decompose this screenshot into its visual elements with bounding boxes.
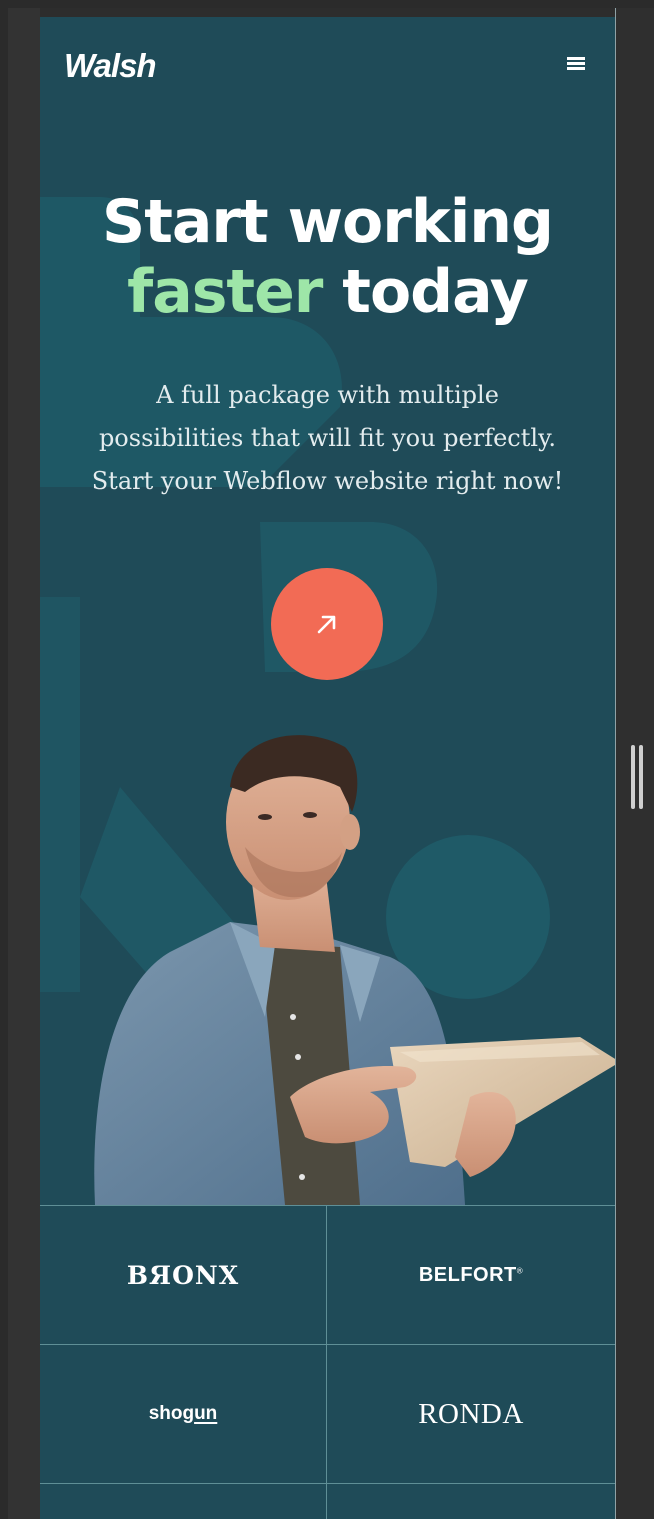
resize-handle[interactable] [630,745,644,809]
hamburger-icon[interactable] [563,55,589,79]
client-logos: BЯONX BELFORT® shogun RONDA [40,1205,615,1519]
hero-subtitle-line2: possibilities that will fit you perfectl… [98,424,557,452]
hero-title-accent: faster [127,257,323,327]
hero-person-image [94,735,615,1205]
logo-cell-belfort: BELFORT® [327,1206,615,1345]
brand-logo[interactable]: Walsh [64,47,157,85]
left-gutter [8,8,40,1519]
logo-cell-shogun: shogun [40,1345,327,1484]
logo-cell-empty-1 [40,1484,327,1519]
page-viewport: Walsh Start working faster today A full … [40,17,615,1519]
arrow-up-right-icon [317,615,336,634]
hero-subtitle-line1: A full package with multiple [156,381,499,409]
cta-button[interactable] [271,568,383,680]
hero-title-rest: today [342,257,529,327]
logo-cell-empty-2 [327,1484,615,1519]
logo-belfort: BELFORT® [418,1263,524,1286]
hero-subtitle: A full package with multiple possibiliti… [70,374,585,503]
logo-bronx: BЯONX [126,1260,240,1290]
site-header: Walsh [40,17,615,117]
logo-cell-ronda: RONDA [327,1345,615,1484]
hero-title-line1: Start working [102,187,554,257]
hero-subtitle-line3: Start your Webflow website right now! [91,467,564,495]
logo-cell-bronx: BЯONX [40,1206,327,1345]
logo-shogun: shogun [148,1403,218,1424]
hero-title: Start working faster today [40,187,615,327]
logo-ronda: RONDA [418,1397,524,1430]
